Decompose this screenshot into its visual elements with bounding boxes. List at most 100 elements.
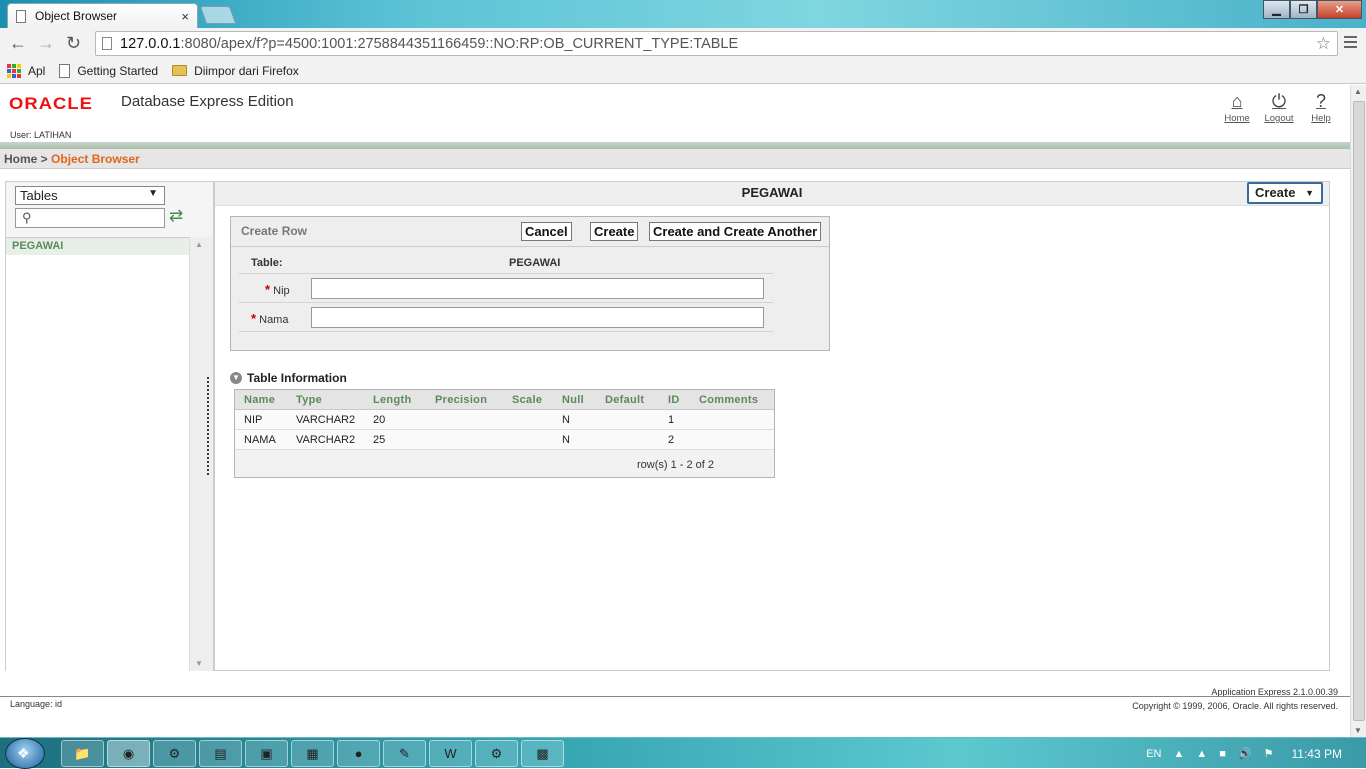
language-tray[interactable]: EN — [1146, 748, 1161, 760]
column-header: ID — [668, 394, 680, 406]
reload-icon[interactable]: ↻ — [66, 33, 81, 54]
logout-link-label: Logout — [1264, 113, 1294, 124]
list-item[interactable]: PEGAWAI — [6, 238, 189, 255]
folder-icon — [172, 65, 188, 76]
column-header: Length — [373, 394, 412, 406]
close-window-button[interactable]: ✕ — [1317, 0, 1362, 19]
minimize-button[interactable]: ▁ — [1263, 0, 1290, 19]
url-text[interactable]: 127.0.0.1:8080/apex/f?p=4500:1001:275884… — [120, 36, 1316, 52]
nama-input[interactable] — [311, 307, 764, 328]
refresh-icon[interactable]: ⇄ — [169, 206, 183, 226]
page-icon — [102, 37, 112, 50]
browser-menu-icon[interactable] — [1344, 36, 1357, 51]
create-button[interactable]: Create — [590, 222, 639, 241]
volume-icon[interactable]: 🔊 — [1238, 747, 1252, 760]
table-row: NAMA VARCHAR2 25 N 2 — [235, 430, 774, 450]
page-content: ORACLE Database Express Edition User: LA… — [0, 85, 1350, 737]
create-and-create-another-button[interactable]: Create and Create Another — [649, 222, 822, 241]
scroll-up-icon[interactable]: ▲ — [195, 240, 203, 249]
panel-splitter-handle[interactable] — [207, 377, 213, 475]
bookmark-star-icon[interactable]: ☆ — [1316, 34, 1331, 54]
current-user: User: LATIHAN — [10, 130, 72, 140]
home-link[interactable]: ⌂ Home — [1216, 89, 1258, 124]
back-arrow-icon[interactable]: ← — [9, 33, 27, 54]
new-tab-button[interactable] — [199, 6, 237, 24]
paint-taskbar-icon[interactable]: ⚙ — [475, 740, 518, 767]
bookmark-folder-firefox[interactable]: Diimpor dari Firefox — [172, 64, 299, 78]
page-icon — [59, 63, 71, 78]
bookmark-getting-started[interactable]: Getting Started — [59, 63, 158, 78]
maximize-button[interactable]: ❐ — [1290, 0, 1317, 19]
app-taskbar-icon[interactable]: ⚙ — [153, 740, 196, 767]
table-row: NIP VARCHAR2 20 N 1 — [235, 410, 774, 430]
app-taskbar-icon[interactable]: ▦ — [291, 740, 334, 767]
header-links: ⌂ Home ⏻ Logout ? Help — [1216, 89, 1342, 124]
column-header: Comments — [699, 394, 759, 406]
product-name: Database Express Edition — [121, 93, 294, 110]
table-information-toggle[interactable]: ▼ Table Information — [230, 371, 347, 385]
caret-down-icon: ▼ — [148, 188, 158, 199]
cancel-button[interactable]: Cancel — [521, 222, 572, 241]
antivirus-icon[interactable]: ▲ — [1196, 748, 1207, 760]
required-marker: * — [251, 311, 257, 326]
logout-link[interactable]: ⏻ Logout — [1258, 89, 1300, 124]
oracle-logo: ORACLE — [9, 94, 94, 113]
breadcrumb-home[interactable]: Home — [4, 152, 37, 166]
help-link[interactable]: ? Help — [1300, 89, 1342, 124]
breadcrumb-separator: > — [37, 152, 52, 166]
object-type-select[interactable]: Tables ▼ — [15, 186, 165, 205]
app-taskbar-icon[interactable]: ▣ — [245, 740, 288, 767]
home-icon: ⌂ — [1231, 91, 1243, 111]
network-icon[interactable]: ■ — [1219, 748, 1226, 760]
home-link-label: Home — [1224, 113, 1250, 124]
page-scrollbar[interactable]: ▲ ▼ — [1350, 85, 1366, 737]
nip-input[interactable] — [311, 278, 764, 299]
scroll-down-icon[interactable]: ▼ — [1354, 726, 1362, 735]
bookmark-label: Diimpor dari Firefox — [194, 63, 299, 78]
scrollbar-thumb[interactable] — [1353, 101, 1365, 721]
field-label-text: Nama — [259, 314, 289, 326]
caret-down-icon: ▼ — [1305, 188, 1314, 198]
word-taskbar-icon[interactable]: W — [429, 740, 472, 767]
footer-right: Application Express 2.1.0.00.39 Copyrigh… — [1132, 685, 1338, 713]
collapse-icon: ▼ — [230, 372, 242, 384]
power-icon: ⏻ — [1271, 91, 1287, 111]
table-cell: VARCHAR2 — [296, 414, 356, 426]
browser-tab[interactable]: Object Browser × — [7, 3, 198, 28]
breadcrumb-current: Object Browser — [51, 152, 140, 166]
copyright: Copyright © 1999, 2006, Oracle. All righ… — [1132, 701, 1338, 711]
table-cell: 25 — [373, 434, 386, 446]
start-button[interactable]: ❖ — [5, 738, 45, 769]
bookmark-apps[interactable]: Apl — [7, 63, 46, 78]
column-header: Null — [562, 394, 584, 406]
pagination-text: row(s) 1 - 2 of 2 — [637, 459, 715, 471]
footer-divider — [0, 696, 1350, 697]
app-taskbar-icon[interactable]: ✎ — [383, 740, 426, 767]
object-list-panel: Tables ▼ ⚲ ⇄ PEGAWAI ▲ ▼ — [5, 181, 214, 671]
address-bar[interactable]: 127.0.0.1:8080/apex/f?p=4500:1001:275884… — [95, 31, 1338, 56]
bookmarks-bar: Apl Getting Started Diimpor dari Firefox — [0, 58, 1366, 84]
flag-icon[interactable]: ⚑ — [1264, 747, 1274, 760]
table-label: Table: — [251, 257, 283, 269]
url-path: :8080/apex/f?p=4500:1001:275884435116645… — [180, 35, 739, 52]
explorer-taskbar-icon[interactable]: 📁 — [61, 740, 104, 767]
scroll-down-icon[interactable]: ▼ — [195, 659, 203, 668]
object-search-input[interactable]: ⚲ — [15, 208, 165, 228]
app-taskbar-icon[interactable]: ▩ — [521, 740, 564, 767]
clock[interactable]: 11:43 PM — [1292, 747, 1342, 761]
app-taskbar-icon[interactable]: ● — [337, 740, 380, 767]
column-header: Scale — [512, 394, 543, 406]
table-header-row: Name Type Length Precision Scale Null De… — [235, 390, 774, 410]
chrome-taskbar-icon[interactable]: ◉ — [107, 740, 150, 767]
media-taskbar-icon[interactable]: ▤ — [199, 740, 242, 767]
scroll-up-icon[interactable]: ▲ — [1354, 87, 1362, 96]
object-title: PEGAWAI — [215, 182, 1329, 206]
column-header: Default — [605, 394, 645, 406]
tab-close-icon[interactable]: × — [181, 9, 189, 24]
create-menu-button[interactable]: Create ▼ — [1247, 182, 1323, 204]
forward-arrow-icon[interactable]: → — [37, 33, 55, 54]
table-cell: N — [562, 414, 570, 426]
window-controls: ▁ ❐ ✕ — [1263, 0, 1362, 19]
show-hidden-icons-icon[interactable]: ▲ — [1174, 748, 1185, 760]
bookmark-label: Apl — [28, 63, 46, 78]
